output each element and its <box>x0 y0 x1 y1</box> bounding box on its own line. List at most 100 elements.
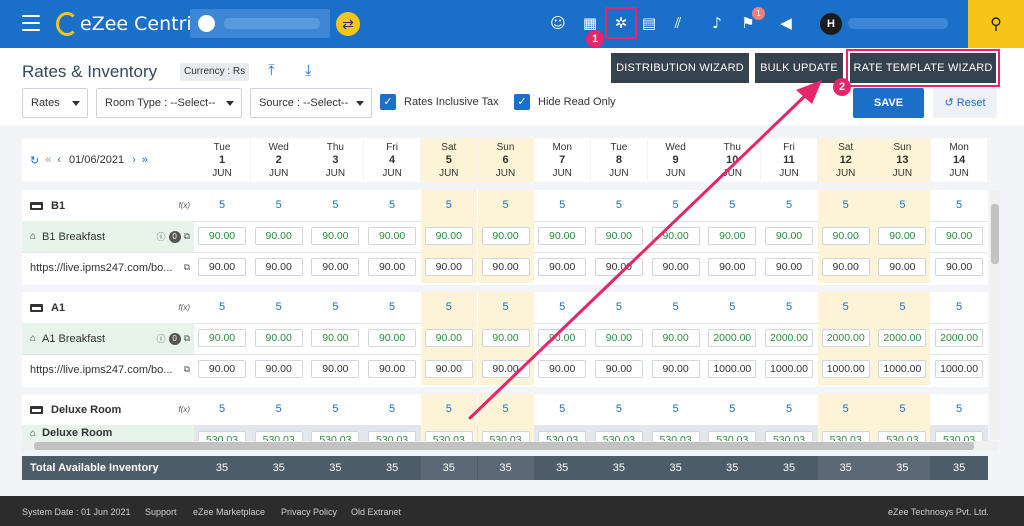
inventory-cell[interactable]: 5 <box>761 292 817 323</box>
info-icon[interactable]: ⓘ <box>157 332 166 345</box>
inventory-cell[interactable]: 5 <box>364 190 420 221</box>
inventory-cell[interactable]: 5 <box>761 190 817 221</box>
source-rate-input[interactable]: 90.00 <box>594 258 643 277</box>
chart-icon[interactable]: ⫽ <box>667 12 689 34</box>
inventory-cell[interactable]: 5 <box>591 394 647 425</box>
horizontal-scrollbar[interactable] <box>22 441 998 451</box>
rate-plan-input[interactable]: 90.00 <box>594 227 643 246</box>
rate-plan-input[interactable]: 90.00 <box>594 329 643 348</box>
chevron-left-icon[interactable]: ‹ <box>57 154 61 166</box>
rate-plan-input[interactable]: 530.03 <box>538 431 587 441</box>
inventory-cell[interactable]: 5 <box>704 292 760 323</box>
inventory-cell[interactable]: 5 <box>307 394 363 425</box>
rate-plan-input[interactable]: 2000.00 <box>765 329 813 348</box>
hide-read-only-checkbox[interactable]: ✓ Hide Read Only <box>514 94 616 110</box>
inventory-cell[interactable]: 5 <box>817 292 874 323</box>
inventory-cell[interactable]: 5 <box>307 292 363 323</box>
rate-plan-input[interactable]: 530.03 <box>935 431 984 441</box>
old-extranet-link[interactable]: Old Extranet <box>351 507 401 517</box>
distribution-icon[interactable]: ✲ <box>605 7 637 39</box>
rate-plan-input[interactable]: 90.00 <box>198 227 246 246</box>
rate-plan-input[interactable]: 2000.00 <box>878 329 927 348</box>
source-rate-input[interactable]: 90.00 <box>538 258 587 277</box>
marketplace-link[interactable]: eZee Marketplace <box>193 507 265 517</box>
flag-icon[interactable]: ⚑ 1 <box>737 7 765 34</box>
inventory-cell[interactable]: 5 <box>477 292 534 323</box>
rate-plan-input[interactable]: 530.03 <box>651 431 700 441</box>
inventory-cell[interactable]: 5 <box>477 394 534 425</box>
inventory-cell[interactable]: 5 <box>420 190 477 221</box>
rate-plan-input[interactable]: 90.00 <box>538 329 587 348</box>
source-rate-input[interactable]: 90.00 <box>651 258 700 277</box>
rate-plan-input[interactable]: 530.03 <box>424 431 473 441</box>
vertical-scrollbar[interactable] <box>990 190 1000 440</box>
inventory-cell[interactable]: 5 <box>874 394 931 425</box>
double-chevron-right-icon[interactable]: » <box>142 154 148 166</box>
rate-plan-input[interactable]: 530.03 <box>821 431 870 441</box>
current-date[interactable]: 01/06/2021 <box>69 154 124 166</box>
inventory-cell[interactable]: 5 <box>420 292 477 323</box>
rate-plan-input[interactable]: 90.00 <box>254 329 303 348</box>
rates-inclusive-tax-checkbox[interactable]: ✓ Rates Inclusive Tax <box>380 94 499 110</box>
privacy-policy-link[interactable]: Privacy Policy <box>281 507 337 517</box>
megaphone-icon[interactable]: ◀ <box>775 12 797 34</box>
rate-plan-input[interactable]: 530.03 <box>594 431 643 441</box>
inventory-cell[interactable]: 5 <box>648 394 704 425</box>
formula-icon[interactable]: f(x) <box>178 405 190 414</box>
source-rate-input[interactable]: 90.00 <box>878 258 927 277</box>
source-rate-input[interactable]: 90.00 <box>311 258 360 277</box>
source-rate-input[interactable]: 90.00 <box>198 258 246 277</box>
inventory-cell[interactable]: 5 <box>931 190 987 221</box>
inventory-cell[interactable]: 5 <box>761 394 817 425</box>
inventory-cell[interactable]: 5 <box>874 190 931 221</box>
app-logo[interactable]: eZee Centrix <box>56 10 203 38</box>
source-rate-input[interactable]: 90.00 <box>254 360 303 379</box>
property-selector[interactable] <box>190 9 330 38</box>
inventory-cell[interactable]: 5 <box>648 190 704 221</box>
source-rate-input[interactable]: 90.00 <box>311 360 360 379</box>
formula-icon[interactable]: f(x) <box>178 303 190 312</box>
source-rate-input[interactable]: 90.00 <box>708 258 757 277</box>
inventory-cell[interactable]: 5 <box>251 292 307 323</box>
inventory-cell[interactable]: 5 <box>704 190 760 221</box>
inventory-cell[interactable]: 5 <box>591 190 647 221</box>
inventory-cell[interactable]: 5 <box>251 394 307 425</box>
switch-property-icon[interactable]: ⇄ <box>336 12 360 36</box>
rate-plan-input[interactable]: 90.00 <box>651 227 700 246</box>
bell-icon[interactable]: ♪ <box>706 12 728 34</box>
inventory-cell[interactable]: 5 <box>874 292 931 323</box>
source-rate-input[interactable]: 90.00 <box>538 360 587 379</box>
source-rate-input[interactable]: 90.00 <box>481 360 530 379</box>
inventory-cell[interactable]: 5 <box>817 190 874 221</box>
source-rate-input[interactable]: 1000.00 <box>708 360 757 379</box>
copy-icon[interactable]: ⧉ <box>184 333 190 344</box>
source-rate-input[interactable]: 90.00 <box>198 360 246 379</box>
inventory-cell[interactable]: 5 <box>307 190 363 221</box>
rate-plan-input[interactable]: 530.03 <box>311 431 360 441</box>
rate-plan-input[interactable]: 90.00 <box>368 329 417 348</box>
rate-plan-input[interactable]: 2000.00 <box>935 329 984 348</box>
inventory-cell[interactable]: 5 <box>194 292 250 323</box>
source-rate-input[interactable]: 1000.00 <box>765 360 813 379</box>
rate-plan-input[interactable]: 90.00 <box>481 329 530 348</box>
user-name-redacted[interactable] <box>848 18 948 29</box>
inventory-cell[interactable]: 5 <box>534 394 590 425</box>
rate-plan-input[interactable]: 90.00 <box>651 329 700 348</box>
inventory-cell[interactable]: 5 <box>534 292 590 323</box>
source-dropdown[interactable]: Source : --Select-- <box>250 88 372 118</box>
source-rate-input[interactable]: 90.00 <box>651 360 700 379</box>
horizontal-scroll-thumb[interactable] <box>34 442 974 450</box>
vertical-scroll-thumb[interactable] <box>991 204 999 264</box>
rate-plan-input[interactable]: 90.00 <box>481 227 530 246</box>
inventory-cell[interactable]: 5 <box>420 394 477 425</box>
inventory-cell[interactable]: 5 <box>591 292 647 323</box>
source-rate-input[interactable]: 1000.00 <box>878 360 927 379</box>
source-rate-input[interactable]: 90.00 <box>821 258 870 277</box>
rate-plan-input[interactable]: 90.00 <box>765 227 813 246</box>
rate-plan-input[interactable]: 90.00 <box>311 329 360 348</box>
rate-plan-input[interactable]: 90.00 <box>538 227 587 246</box>
inventory-cell[interactable]: 5 <box>477 190 534 221</box>
rate-plan-input[interactable]: 530.03 <box>765 431 813 441</box>
copy-icon[interactable]: ⧉ <box>184 262 190 273</box>
rate-plan-input[interactable]: 530.03 <box>254 431 303 441</box>
